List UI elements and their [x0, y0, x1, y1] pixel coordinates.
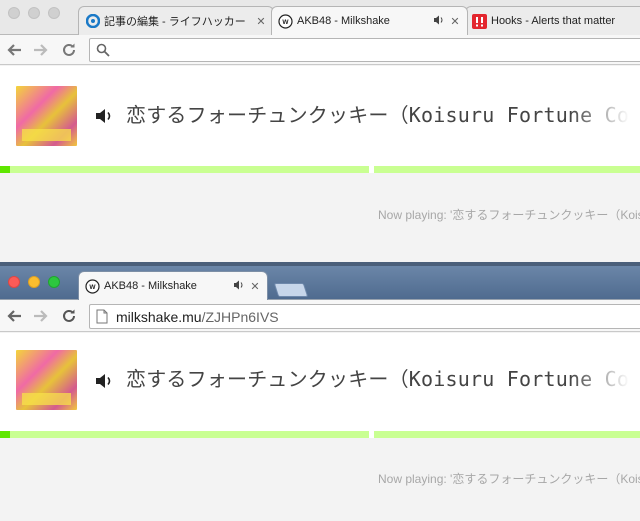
volume-icon[interactable]: [95, 108, 115, 124]
reload-button[interactable]: [59, 306, 79, 326]
tab-title: AKB48 - Milkshake: [297, 15, 390, 27]
tab-strip: 記事の編集 - ライフハッカー［日本版］ ✕ W AKB48 - Milksha…: [0, 0, 640, 35]
close-window-button[interactable]: [8, 276, 20, 288]
reload-button[interactable]: [59, 40, 79, 60]
new-tab-button[interactable]: [273, 283, 309, 297]
tab-title: AKB48 - Milkshake: [104, 280, 197, 292]
progress-track-segment-1: [0, 166, 369, 173]
back-arrow-icon: [7, 44, 21, 56]
volume-icon[interactable]: [95, 373, 115, 389]
url-host: milkshake.mu: [116, 308, 202, 325]
close-window-button[interactable]: [8, 7, 20, 19]
forward-button[interactable]: [31, 306, 51, 326]
progress-track-segment-2: [374, 166, 640, 173]
title-fade: [570, 94, 640, 134]
svg-text:W: W: [282, 19, 289, 26]
close-tab-icon[interactable]: ✕: [449, 15, 461, 28]
tab-milkshake[interactable]: W AKB48 - Milkshake ✕: [78, 271, 268, 300]
song-title: 恋するフォーチュンクッキー（Koisuru Fortune Cookie）: [126, 367, 640, 391]
progress-track-segment-1: [0, 431, 369, 438]
browser-window-inactive: 記事の編集 - ライフハッカー［日本版］ ✕ W AKB48 - Milksha…: [0, 0, 640, 262]
svg-text:W: W: [89, 284, 96, 291]
minimize-window-button[interactable]: [28, 7, 40, 19]
milkshake-icon: W: [278, 13, 293, 29]
audio-playing-icon: [433, 15, 445, 28]
forward-arrow-icon: [34, 310, 48, 322]
title-fade: [570, 358, 640, 398]
back-arrow-icon: [7, 310, 21, 322]
back-button[interactable]: [4, 40, 24, 60]
browser-window-active: W AKB48 - Milkshake ✕ milkshake.mu/ZJHPn…: [0, 262, 640, 521]
progress-fill: [0, 431, 10, 438]
status-area: Now playing: '恋するフォーチュンクッキー（Koisuru Fort…: [0, 173, 640, 262]
back-button[interactable]: [4, 306, 24, 326]
album-art: [16, 86, 77, 146]
close-tab-icon[interactable]: ✕: [255, 15, 267, 28]
close-tab-icon[interactable]: ✕: [249, 280, 261, 293]
tab-strip: W AKB48 - Milkshake ✕: [0, 266, 640, 300]
now-playing-text: Now playing: '恋するフォーチュンクッキー（Koisuru Fort…: [378, 472, 640, 486]
player-page: 恋するフォーチュンクッキー（Koisuru Fortune Cookie） No…: [0, 66, 640, 262]
progress-track-segment-2: [374, 431, 640, 438]
hooks-icon: [472, 13, 487, 29]
tab-title: Hooks - Alerts that matter: [491, 15, 616, 27]
forward-button[interactable]: [31, 40, 51, 60]
progress-bar[interactable]: [0, 431, 640, 438]
minimize-window-button[interactable]: [28, 276, 40, 288]
search-icon: [96, 43, 110, 57]
reload-icon: [63, 309, 75, 322]
zoom-window-button[interactable]: [48, 7, 60, 19]
now-playing-text: Now playing: '恋するフォーチュンクッキー（Koisuru Fort…: [378, 208, 640, 222]
progress-bar[interactable]: [0, 166, 640, 173]
status-area: Now playing: '恋するフォーチュンクッキー（Koisuru Fort…: [0, 438, 640, 521]
player-page: 恋するフォーチュンクッキー（Koisuru Fortune Cookie） No…: [0, 333, 640, 521]
album-art: [16, 350, 77, 410]
tab-hooks[interactable]: Hooks - Alerts that matter: [465, 6, 640, 35]
progress-fill: [0, 166, 10, 173]
page-icon: [96, 309, 108, 324]
zoom-window-button[interactable]: [48, 276, 60, 288]
browser-toolbar: [0, 35, 640, 65]
milkshake-icon: W: [85, 278, 100, 294]
forward-arrow-icon: [34, 44, 48, 56]
lifehacker-icon: [85, 14, 100, 29]
tab-title: 記事の編集 - ライフハッカー［日本版］: [104, 16, 251, 28]
address-bar[interactable]: milkshake.mu/ZJHPn6IVS: [89, 304, 640, 329]
tab-milkshake[interactable]: W AKB48 - Milkshake ✕: [271, 6, 468, 35]
reload-icon: [63, 43, 75, 56]
tab-lifehacker[interactable]: 記事の編集 - ライフハッカー［日本版］ ✕: [78, 6, 274, 35]
address-bar[interactable]: [89, 38, 640, 62]
browser-toolbar: milkshake.mu/ZJHPn6IVS: [0, 300, 640, 332]
url-path: /ZJHPn6IVS: [201, 308, 279, 325]
audio-playing-icon: [233, 280, 245, 293]
song-title: 恋するフォーチュンクッキー（Koisuru Fortune Cookie）: [126, 103, 640, 127]
